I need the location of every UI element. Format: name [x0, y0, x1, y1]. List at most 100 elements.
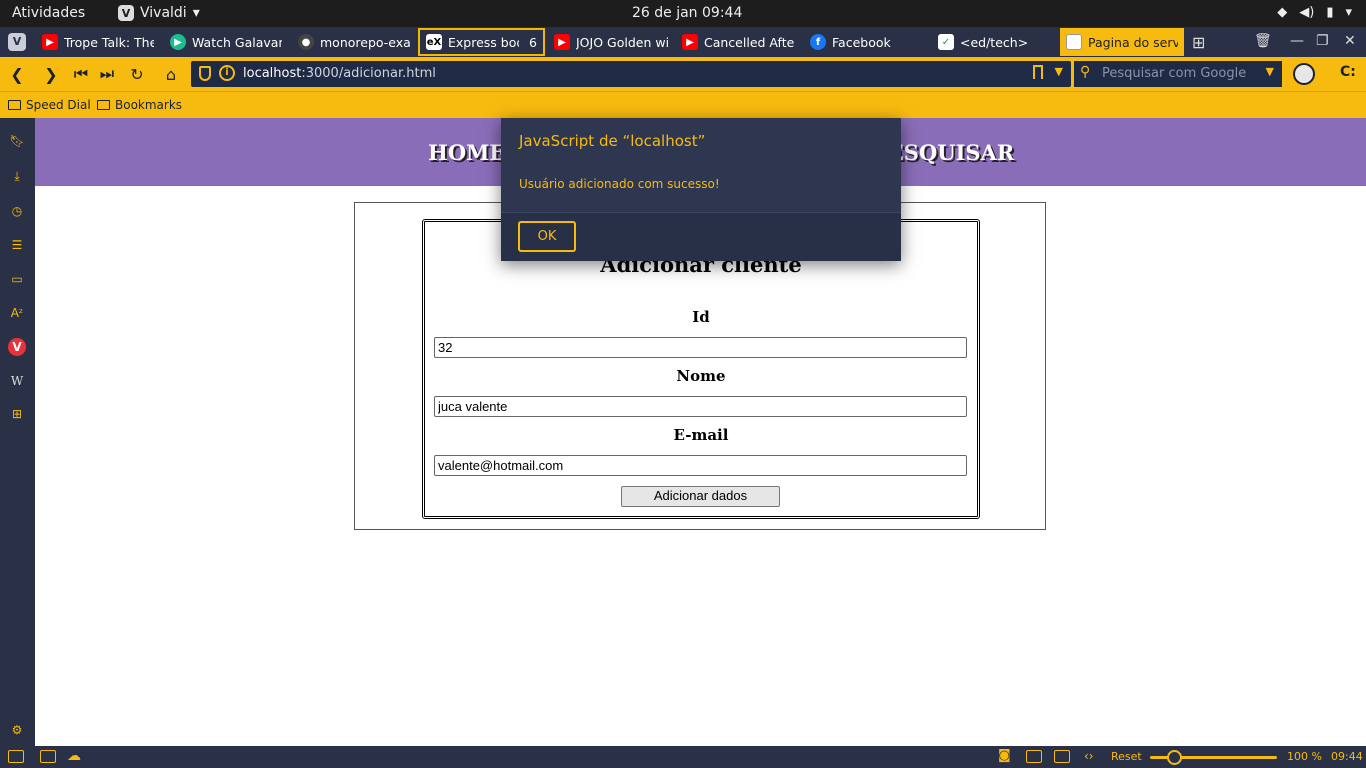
tab-pagina-servidor[interactable]: Pagina do servidor [1060, 28, 1184, 56]
search-placeholder: Pesquisar com Google [1102, 66, 1247, 81]
tab-watch-galavant[interactable]: ▶ Watch Galavant - [164, 28, 288, 56]
add-panel-icon[interactable]: ⊞ [8, 405, 26, 423]
status-bar: ☁ ◙ ‹› Reset 100 % 09:44 [0, 746, 1366, 768]
system-tray[interactable]: ◆ ◀) ▮ ▾ [1277, 5, 1352, 20]
bookmark-icon[interactable] [1033, 65, 1043, 79]
wikipedia-panel-icon[interactable]: W [8, 372, 26, 390]
youtube-icon: ▶ [42, 34, 58, 50]
home-icon[interactable]: ⌂ [160, 63, 182, 85]
add-client-form: Adicionar cliente Id Nome E-mail Adicion… [422, 219, 980, 519]
chevron-down-icon[interactable]: ▼ [1266, 65, 1274, 78]
page-icon [1066, 34, 1082, 50]
tab-edtech[interactable]: ✓ <ed/tech> [932, 28, 1056, 56]
edtech-icon: ✓ [938, 34, 954, 50]
tile-icon[interactable] [40, 750, 56, 763]
chevron-down-icon: ▾ [1345, 5, 1352, 20]
id-label: Id [692, 308, 710, 326]
reload-icon[interactable]: ↻ [126, 63, 148, 85]
battery-icon: ▮ [1326, 5, 1334, 20]
wifi-icon: ◆ [1277, 5, 1288, 20]
vivaldi-menu-icon[interactable]: V [8, 33, 26, 51]
forward-icon[interactable]: ❯ [40, 63, 62, 85]
facebook-icon: f [810, 34, 826, 50]
downloads-panel-icon[interactable]: ⤓ [8, 167, 26, 185]
name-label: Nome [676, 367, 726, 385]
bookmark-speed-dial[interactable]: Speed Dial [8, 98, 91, 112]
nav-home-link[interactable]: HOME [428, 140, 505, 165]
zoom-slider[interactable] [1150, 750, 1277, 765]
address-toolbar: ❮ ❯ ⏮ ⏭ ↻ ⌂ i localhost:3000/adicionar.h… [0, 57, 1366, 91]
zoom-slider-thumb[interactable] [1167, 750, 1183, 765]
vivaldi-logo-icon: V [118, 5, 134, 21]
settings-gear-icon[interactable]: ⚙ [8, 721, 26, 739]
folder-icon [8, 100, 21, 110]
url-text[interactable]: localhost:3000/adicionar.html [243, 66, 436, 81]
page-tile-icon[interactable] [1026, 750, 1042, 763]
app-menu[interactable]: V Vivaldi ▾ [118, 5, 200, 21]
info-icon[interactable]: i [219, 65, 235, 81]
play-icon: ▶ [170, 34, 186, 50]
rewind-icon[interactable]: ⏮ [70, 63, 92, 85]
alert-dialog: JavaScript de “localhost” Usuário adicio… [501, 118, 901, 261]
minimize-icon[interactable]: — [1290, 33, 1304, 49]
back-icon[interactable]: ❮ [6, 63, 28, 85]
add-data-button[interactable]: Adicionar dados [621, 486, 780, 507]
window-panel-icon[interactable]: ▭ [8, 270, 26, 288]
close-icon[interactable]: ✕ [1344, 33, 1356, 49]
express-icon: eX [426, 34, 442, 50]
image-icon[interactable] [1054, 750, 1070, 763]
vivaldi-panel-icon[interactable]: V [8, 338, 26, 356]
panel-toggle-icon[interactable] [8, 750, 24, 763]
activities-button[interactable]: Atividades [12, 5, 85, 21]
shield-icon[interactable] [199, 66, 211, 81]
dialog-footer: OK [501, 212, 901, 261]
id-field[interactable] [434, 337, 967, 358]
bookmark-bookmarks[interactable]: Bookmarks [97, 98, 182, 112]
github-icon: ● [298, 34, 314, 50]
trash-icon[interactable]: 🗑 [1254, 33, 1272, 49]
tab-jojo[interactable]: ▶ JOJO Golden win [548, 28, 674, 56]
app-name: Vivaldi [140, 5, 187, 21]
tab-trope-talk[interactable]: ▶ Trope Talk: The S [36, 28, 160, 56]
email-field[interactable] [434, 455, 967, 476]
clock[interactable]: 26 de jan 09:44 [632, 5, 742, 21]
search-input[interactable]: ⚲ Pesquisar com Google ▼ [1074, 61, 1282, 87]
folder-icon [97, 100, 110, 110]
dialog-message: Usuário adicionado com sucesso! [519, 177, 720, 191]
chevron-down-icon[interactable]: ▼ [1055, 65, 1063, 78]
tab-monorepo[interactable]: ● monorepo-examp [292, 28, 416, 56]
volume-icon: ◀) [1299, 5, 1315, 20]
tab-cancelled-after[interactable]: ▶ Cancelled After [676, 28, 800, 56]
side-panel: 🔖︎ ⤓ ◷ ☰ ▭ Aᶻ V W ⊞ ⚙ [0, 118, 35, 746]
youtube-icon: ▶ [682, 34, 698, 50]
notes-panel-icon[interactable]: ☰ [8, 236, 26, 254]
tab-bar: V ▶ Trope Talk: The S ▶ Watch Galavant -… [0, 27, 1366, 57]
cloud-sync-icon[interactable]: ☁ [67, 748, 81, 764]
tab-express-body[interactable]: eX Express body 6 [418, 28, 545, 56]
new-tab-icon[interactable]: ⊞ [1192, 33, 1205, 52]
status-clock: 09:44 [1331, 750, 1363, 763]
name-field[interactable] [434, 396, 967, 417]
dialog-title: JavaScript de “localhost” [519, 132, 706, 150]
zoom-level: 100 % [1287, 750, 1322, 763]
fast-forward-icon[interactable]: ⏭ [96, 63, 118, 85]
os-top-bar: Atividades V Vivaldi ▾ 26 de jan 09:44 ◆… [0, 0, 1366, 27]
profile-avatar[interactable] [1293, 63, 1315, 85]
ok-button[interactable]: OK [518, 221, 576, 252]
search-icon: ⚲ [1080, 64, 1091, 80]
tab-stack-count: 6 [529, 34, 537, 50]
camera-icon[interactable]: ◙ [998, 748, 1011, 763]
bookmark-bar: Speed Dial Bookmarks [0, 91, 1366, 118]
youtube-icon: ▶ [554, 34, 570, 50]
extension-icon[interactable]: C: [1340, 64, 1356, 80]
email-label: E-mail [673, 426, 729, 444]
zoom-reset-button[interactable]: Reset [1111, 750, 1142, 763]
history-panel-icon[interactable]: ◷ [8, 202, 26, 220]
translate-panel-icon[interactable]: Aᶻ [8, 304, 26, 322]
code-icon[interactable]: ‹› [1084, 749, 1094, 763]
tab-facebook[interactable]: f Facebook [804, 28, 928, 56]
maximize-icon[interactable]: ❐ [1316, 33, 1329, 49]
chevron-down-icon: ▾ [192, 5, 200, 21]
address-field[interactable]: i localhost:3000/adicionar.html ▼ [191, 61, 1071, 87]
bookmarks-panel-icon[interactable]: 🔖︎ [8, 132, 26, 150]
